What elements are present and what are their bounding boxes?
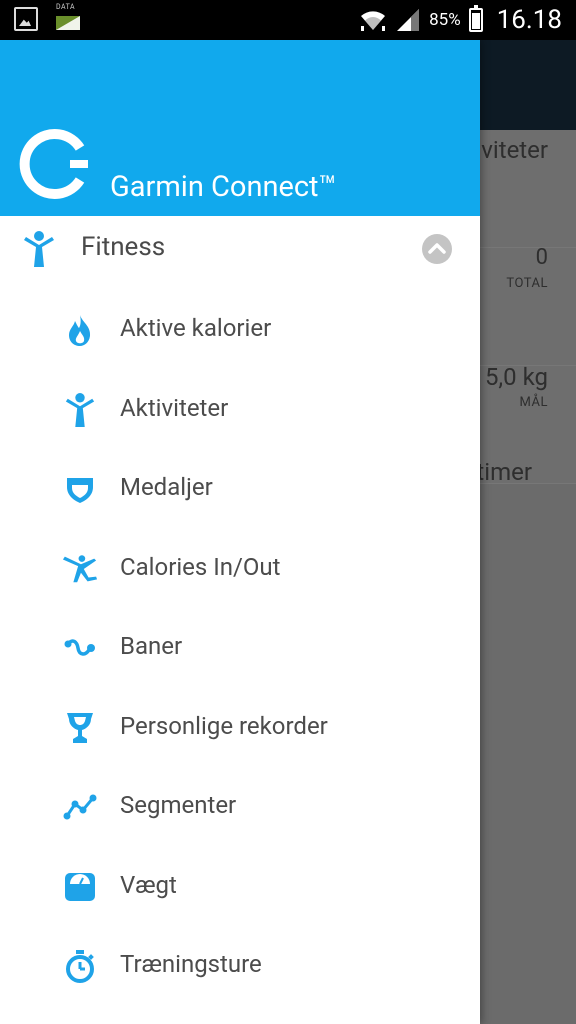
section-fitness-label: Fitness	[81, 232, 166, 262]
status-bar: DATA 85% 16.18	[0, 0, 576, 40]
person-icon	[24, 231, 54, 267]
menu-item-medaljer[interactable]: Medaljer	[0, 447, 480, 527]
menu-item-label: Segmenter	[120, 791, 237, 819]
menu-item-label: Baner	[120, 632, 183, 660]
menu-item-calories-in-out[interactable]: Calories In/Out	[0, 527, 480, 607]
data-label: DATA	[56, 3, 76, 11]
menu-item-segmenter[interactable]: Segmenter	[0, 765, 480, 845]
chevron-up-icon	[428, 243, 446, 254]
menu-item-baner[interactable]: Baner	[0, 606, 480, 686]
background-app-scrim[interactable]	[480, 40, 576, 1024]
gallery-notification-icon	[14, 7, 38, 31]
menu-item-label: Medaljer	[120, 473, 213, 501]
garmin-connect-logo-icon	[19, 129, 88, 199]
wifi-icon	[361, 11, 386, 31]
background-hours-text: timer	[476, 458, 532, 486]
battery-percent: 85%	[429, 10, 461, 30]
menu-item-traeningsture[interactable]: Træningsture	[0, 924, 480, 1004]
drawer-header: Garmin Connect™	[0, 40, 480, 216]
fitness-menu: Aktive kalorier Aktiviteter Medaljer Cal…	[0, 288, 480, 1004]
menu-item-label: Aktiviteter	[120, 393, 229, 422]
background-activities-text: viteter	[481, 136, 548, 164]
jumping-person-icon	[62, 551, 98, 587]
section-fitness[interactable]: Fitness	[0, 216, 480, 282]
collapse-button[interactable]	[422, 234, 452, 264]
app-title: Garmin Connect™	[110, 170, 337, 204]
signal-icon	[397, 9, 420, 31]
menu-item-label: Aktive kalorier	[120, 314, 272, 342]
flame-icon	[62, 312, 98, 348]
background-app-bar	[480, 40, 576, 130]
route-icon	[62, 630, 98, 666]
menu-item-label: Træningsture	[120, 950, 262, 978]
menu-item-aktive-kalorier[interactable]: Aktive kalorier	[0, 288, 480, 368]
background-total-label: TOTAL	[506, 276, 548, 291]
background-weight-value: 5,0 kg	[484, 363, 548, 391]
segment-icon	[62, 789, 98, 825]
clock: 16.18	[496, 5, 562, 35]
data-notification-icon: DATA	[56, 3, 84, 32]
navigation-drawer: Garmin Connect™ Fitness Aktive kalorier	[0, 40, 480, 1024]
person-icon	[62, 392, 98, 428]
trophy-icon	[62, 710, 98, 746]
background-goal-label: MÅL	[519, 395, 548, 410]
menu-item-vaegt[interactable]: Vægt	[0, 845, 480, 925]
menu-item-label: Personlige rekorder	[120, 711, 328, 740]
battery-icon	[468, 5, 483, 32]
shield-icon	[62, 471, 98, 507]
menu-item-personlige-rekorder[interactable]: Personlige rekorder	[0, 686, 480, 766]
menu-item-aktiviteter[interactable]: Aktiviteter	[0, 368, 480, 448]
menu-item-label: Calories In/Out	[120, 552, 281, 581]
scale-icon	[62, 869, 98, 905]
background-total-value: 0	[535, 245, 548, 270]
menu-item-label: Vægt	[120, 870, 177, 899]
stopwatch-icon	[62, 948, 98, 984]
